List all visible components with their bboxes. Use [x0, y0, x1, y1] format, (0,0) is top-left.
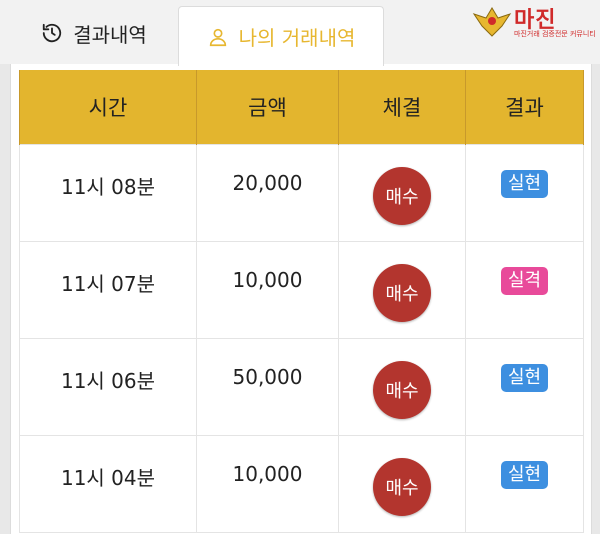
- buy-badge: 매수: [373, 264, 431, 322]
- tab-results[interactable]: 결과내역: [10, 4, 178, 62]
- amount-value: 10,000: [232, 462, 303, 486]
- time-value: 11시 08분: [60, 175, 156, 199]
- result-cell: 실현: [465, 144, 584, 242]
- amount-value: 20,000: [232, 171, 303, 195]
- header-trade: 체결: [338, 70, 466, 145]
- table-header-row: 시간 금액 체결 결과: [19, 70, 584, 145]
- table-row: 11시 07분 10,000 매수 실격: [19, 241, 584, 339]
- amount-value: 10,000: [232, 268, 303, 292]
- time-cell: 11시 08분: [19, 144, 197, 242]
- trade-cell: 매수: [338, 241, 466, 339]
- trade-cell: 매수: [338, 435, 466, 533]
- watermark-logo: 마진 마진거래 검증전문 커뮤니티: [470, 2, 596, 40]
- tab-my-trades[interactable]: 나의 거래내역: [178, 6, 384, 66]
- time-value: 11시 06분: [60, 369, 156, 393]
- amount-value: 50,000: [232, 365, 303, 389]
- tab-my-trades-label: 나의 거래내역: [238, 26, 356, 50]
- user-icon: [207, 26, 229, 48]
- buy-badge: 매수: [373, 361, 431, 419]
- time-value: 11시 04분: [60, 466, 156, 490]
- buy-badge: 매수: [373, 458, 431, 516]
- header-time: 시간: [19, 70, 197, 145]
- tab-results-label: 결과내역: [73, 22, 147, 47]
- result-badge: 실격: [500, 267, 549, 295]
- history-icon: [41, 22, 63, 44]
- header-amount: 금액: [196, 70, 339, 145]
- time-value: 11시 07분: [60, 272, 156, 296]
- result-cell: 실현: [465, 338, 584, 436]
- table-row: 11시 04분 10,000 매수 실현: [19, 435, 584, 533]
- result-cell: 실현: [465, 435, 584, 533]
- eagle-emblem-icon: [472, 7, 512, 37]
- amount-cell: 10,000: [196, 435, 339, 533]
- logo-subtitle: 마진거래 검증전문 커뮤니티: [514, 30, 596, 38]
- table-row: 11시 08분 20,000 매수 실현: [19, 144, 584, 242]
- result-badge: 실현: [500, 364, 549, 392]
- result-cell: 실격: [465, 241, 584, 339]
- amount-cell: 10,000: [196, 241, 339, 339]
- result-badge: 실현: [500, 461, 549, 489]
- buy-badge: 매수: [373, 167, 431, 225]
- tab-bar: 결과내역 나의 거래내역 마진 마진거래 검증전문 커뮤니티: [0, 0, 600, 66]
- trade-table: 시간 금액 체결 결과 11시 08분 20,000 매수 실현 11시 07분 10,0…: [19, 70, 584, 533]
- header-result: 결과: [465, 70, 584, 145]
- time-cell: 11시 04분: [19, 435, 197, 533]
- amount-cell: 20,000: [196, 144, 339, 242]
- result-badge: 실현: [500, 170, 549, 198]
- amount-cell: 50,000: [196, 338, 339, 436]
- trade-cell: 매수: [338, 338, 466, 436]
- table-row: 11시 06분 50,000 매수 실현: [19, 338, 584, 436]
- trade-cell: 매수: [338, 144, 466, 242]
- time-cell: 11시 06분: [19, 338, 197, 436]
- time-cell: 11시 07분: [19, 241, 197, 339]
- trade-history-panel: 시간 금액 체결 결과 11시 08분 20,000 매수 실현 11시 07분 10,0…: [10, 64, 592, 534]
